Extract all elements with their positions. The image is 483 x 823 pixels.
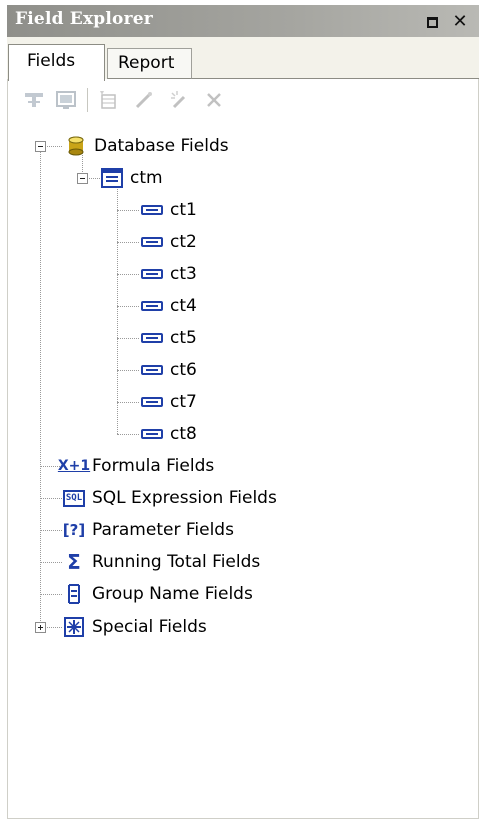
- edit-icon[interactable]: [130, 86, 158, 114]
- tree-line: [117, 306, 139, 307]
- special-fields-icon: [62, 616, 86, 638]
- tree-node-label: Parameter Fields: [92, 520, 234, 540]
- expand-special-fields-toggle[interactable]: [35, 622, 46, 633]
- toolbar-separator: [87, 88, 88, 112]
- new-icon[interactable]: [94, 86, 122, 114]
- collapse-database-fields-toggle[interactable]: [35, 141, 46, 152]
- tab-report[interactable]: Report: [107, 48, 192, 79]
- field-icon: [140, 423, 164, 445]
- tree-node-field[interactable]: ct6: [140, 357, 197, 383]
- tree-node-label: ct4: [170, 296, 197, 316]
- tree-node-field[interactable]: ct1: [140, 197, 197, 223]
- tree-node-label: ct6: [170, 360, 197, 380]
- tree-node-label: Group Name Fields: [92, 584, 253, 604]
- tree-line: [117, 402, 139, 403]
- group-icon: [62, 583, 86, 605]
- tree-node-label: SQL Expression Fields: [92, 488, 277, 508]
- tree-node-label: ct8: [170, 424, 197, 444]
- field-icon: [140, 327, 164, 349]
- tree-line: [40, 594, 62, 595]
- fields-panel: [7, 79, 479, 819]
- table-icon: [100, 167, 124, 189]
- tree-node-label: ctm: [130, 168, 163, 188]
- tree-node-label: Special Fields: [92, 617, 207, 637]
- close-icon: ✕: [452, 11, 468, 32]
- delete-icon[interactable]: [200, 86, 228, 114]
- tree-line: [40, 151, 41, 627]
- tree-node-special-fields[interactable]: Special Fields: [62, 614, 207, 640]
- tree-node-field[interactable]: ct8: [140, 421, 197, 447]
- field-icon: [140, 391, 164, 413]
- tree-line: [117, 370, 139, 371]
- tree-line: [117, 183, 118, 434]
- tree-node-sql-expression-fields[interactable]: SQL SQL Expression Fields: [62, 485, 277, 511]
- tree-node-field[interactable]: ct5: [140, 325, 197, 351]
- tree-node-ctm[interactable]: ctm: [100, 165, 163, 191]
- tree-node-label: ct1: [170, 200, 197, 220]
- rename-icon[interactable]: [166, 86, 194, 114]
- title-bar[interactable]: Field Explorer ✕: [7, 5, 479, 37]
- tree-node-label: ct5: [170, 328, 197, 348]
- tab-fields[interactable]: Fields: [8, 44, 105, 81]
- field-icon: [140, 199, 164, 221]
- window-title: Field Explorer: [15, 9, 153, 29]
- toolbar: [14, 86, 474, 116]
- tree-node-field[interactable]: ct3: [140, 261, 197, 287]
- browse-data-icon[interactable]: [52, 86, 80, 114]
- tree-node-label: ct3: [170, 264, 197, 284]
- tree-node-running-total-fields[interactable]: Σ Running Total Fields: [62, 549, 260, 575]
- field-icon: [140, 263, 164, 285]
- close-button[interactable]: ✕: [449, 12, 471, 32]
- tree-node-label: Database Fields: [94, 136, 229, 156]
- restore-icon: [426, 16, 438, 28]
- field-icon: [140, 231, 164, 253]
- sql-icon: SQL: [62, 487, 86, 509]
- tree-node-formula-fields[interactable]: X+1 Formula Fields: [57, 453, 215, 479]
- tree-node-database-fields[interactable]: Database Fields: [64, 133, 229, 159]
- tree-node-field[interactable]: ct4: [140, 293, 197, 319]
- tree-line: [117, 210, 139, 211]
- field-icon: [140, 359, 164, 381]
- sigma-icon: Σ: [67, 550, 81, 574]
- insert-to-report-icon[interactable]: [20, 86, 48, 114]
- field-icon: [140, 295, 164, 317]
- tree-node-label: ct7: [170, 392, 197, 412]
- tree-line: [117, 242, 139, 243]
- parameter-icon: [?]: [62, 521, 86, 539]
- restore-button[interactable]: [421, 12, 443, 32]
- tree-node-label: Running Total Fields: [92, 552, 261, 572]
- formula-icon: X+1: [57, 458, 91, 474]
- tree-line: [117, 274, 139, 275]
- tree-node-label: ct2: [170, 232, 197, 252]
- database-icon: [64, 135, 88, 157]
- tree-line: [117, 338, 139, 339]
- tree-node-parameter-fields[interactable]: [?] Parameter Fields: [62, 517, 234, 543]
- tree-node-group-name-fields[interactable]: Group Name Fields: [62, 581, 253, 607]
- tree-node-field[interactable]: ct7: [140, 389, 197, 415]
- tree-line: [40, 498, 62, 499]
- field-explorer-window: Field Explorer ✕ Report Fields Database …: [0, 0, 483, 823]
- tree-line: [40, 562, 62, 563]
- tree-node-label: Formula Fields: [92, 456, 215, 476]
- tree-line: [40, 530, 62, 531]
- tree-node-field[interactable]: ct2: [140, 229, 197, 255]
- collapse-ctm-toggle[interactable]: [77, 173, 88, 184]
- tree-line: [117, 434, 139, 435]
